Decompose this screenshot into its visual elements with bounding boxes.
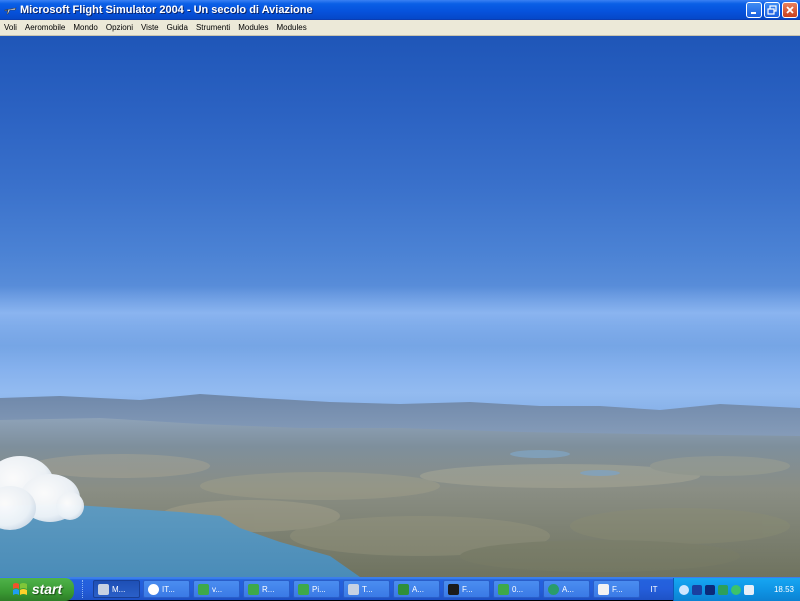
menu-mondo[interactable]: Mondo	[69, 23, 101, 32]
task-button[interactable]: F...	[443, 580, 490, 598]
spreadsheet-icon	[498, 583, 509, 595]
minimize-icon	[751, 12, 756, 14]
plane-icon	[348, 583, 359, 595]
lake	[580, 470, 620, 476]
menu-opzioni[interactable]: Opzioni	[102, 23, 137, 32]
utility-icon	[398, 583, 409, 595]
update-icon[interactable]	[718, 584, 728, 595]
menu-guida[interactable]: Guida	[163, 23, 192, 32]
restore-button[interactable]	[764, 2, 780, 18]
taskbar: start M... IT... v... R... Pi... T... A.…	[0, 577, 800, 601]
task-button-flight-sim[interactable]: M...	[93, 580, 140, 598]
close-button[interactable]	[782, 2, 798, 18]
restore-icon	[767, 5, 777, 15]
task-button[interactable]: Pi...	[293, 580, 340, 598]
close-icon	[786, 6, 794, 14]
browser-icon	[148, 583, 159, 595]
minimize-button[interactable]	[746, 2, 762, 18]
spreadsheet-icon	[198, 583, 209, 595]
plane-icon	[98, 583, 109, 595]
task-label: IT...	[162, 584, 175, 594]
start-button[interactable]: start	[0, 577, 74, 601]
menu-voli[interactable]: Voli	[0, 23, 21, 32]
task-label: Pi...	[312, 584, 326, 594]
task-label: F...	[462, 584, 473, 594]
menu-aeromobile[interactable]: Aeromobile	[21, 23, 69, 32]
task-list: M... IT... v... R... Pi... T... A... F..…	[93, 580, 640, 598]
task-button[interactable]: R...	[243, 580, 290, 598]
menu-modules-2[interactable]: Modules	[272, 23, 310, 32]
menu-bar: Voli Aeromobile Mondo Opzioni Viste Guid…	[0, 20, 800, 36]
user-icon[interactable]	[731, 584, 741, 595]
task-button[interactable]: T...	[343, 580, 390, 598]
clock[interactable]: 18.53	[774, 585, 794, 594]
quick-launch-separator	[82, 580, 89, 598]
task-button[interactable]: 0...	[493, 580, 540, 598]
task-label: v...	[212, 584, 223, 594]
menu-modules-1[interactable]: Modules	[234, 23, 272, 32]
antivirus-icon[interactable]	[692, 584, 702, 595]
terrain-scene	[0, 394, 800, 577]
window-title: Microsoft Flight Simulator 2004 - Un sec…	[20, 3, 313, 16]
task-label: 0...	[512, 584, 524, 594]
network-icon[interactable]	[679, 584, 689, 595]
task-label: T...	[362, 584, 373, 594]
globe-icon	[548, 583, 559, 595]
task-button[interactable]: F...	[593, 580, 640, 598]
lake	[510, 450, 570, 458]
language-indicator[interactable]: IT	[640, 580, 668, 598]
window-controls	[746, 2, 798, 18]
task-button[interactable]: v...	[193, 580, 240, 598]
spreadsheet-icon	[248, 583, 259, 595]
task-button[interactable]: IT...	[143, 580, 190, 598]
plane-icon[interactable]	[3, 3, 17, 17]
spreadsheet-icon	[298, 583, 309, 595]
system-tray: 18.53	[673, 578, 800, 601]
media-icon[interactable]	[705, 584, 715, 595]
menu-viste[interactable]: Viste	[137, 23, 163, 32]
windows-logo-icon	[12, 583, 27, 595]
title-bar[interactable]: Microsoft Flight Simulator 2004 - Un sec…	[0, 0, 800, 20]
task-label: M...	[112, 584, 126, 594]
task-button[interactable]: A...	[543, 580, 590, 598]
task-label: A...	[412, 584, 425, 594]
document-icon	[598, 583, 609, 595]
task-label: A...	[562, 584, 575, 594]
simulator-viewport[interactable]	[0, 36, 800, 577]
menu-strumenti[interactable]: Strumenti	[192, 23, 234, 32]
task-label: F...	[612, 584, 623, 594]
task-label: R...	[262, 584, 275, 594]
task-button[interactable]: A...	[393, 580, 440, 598]
volume-icon[interactable]	[744, 584, 754, 595]
start-label: start	[31, 581, 63, 597]
monitor-icon	[448, 583, 459, 595]
